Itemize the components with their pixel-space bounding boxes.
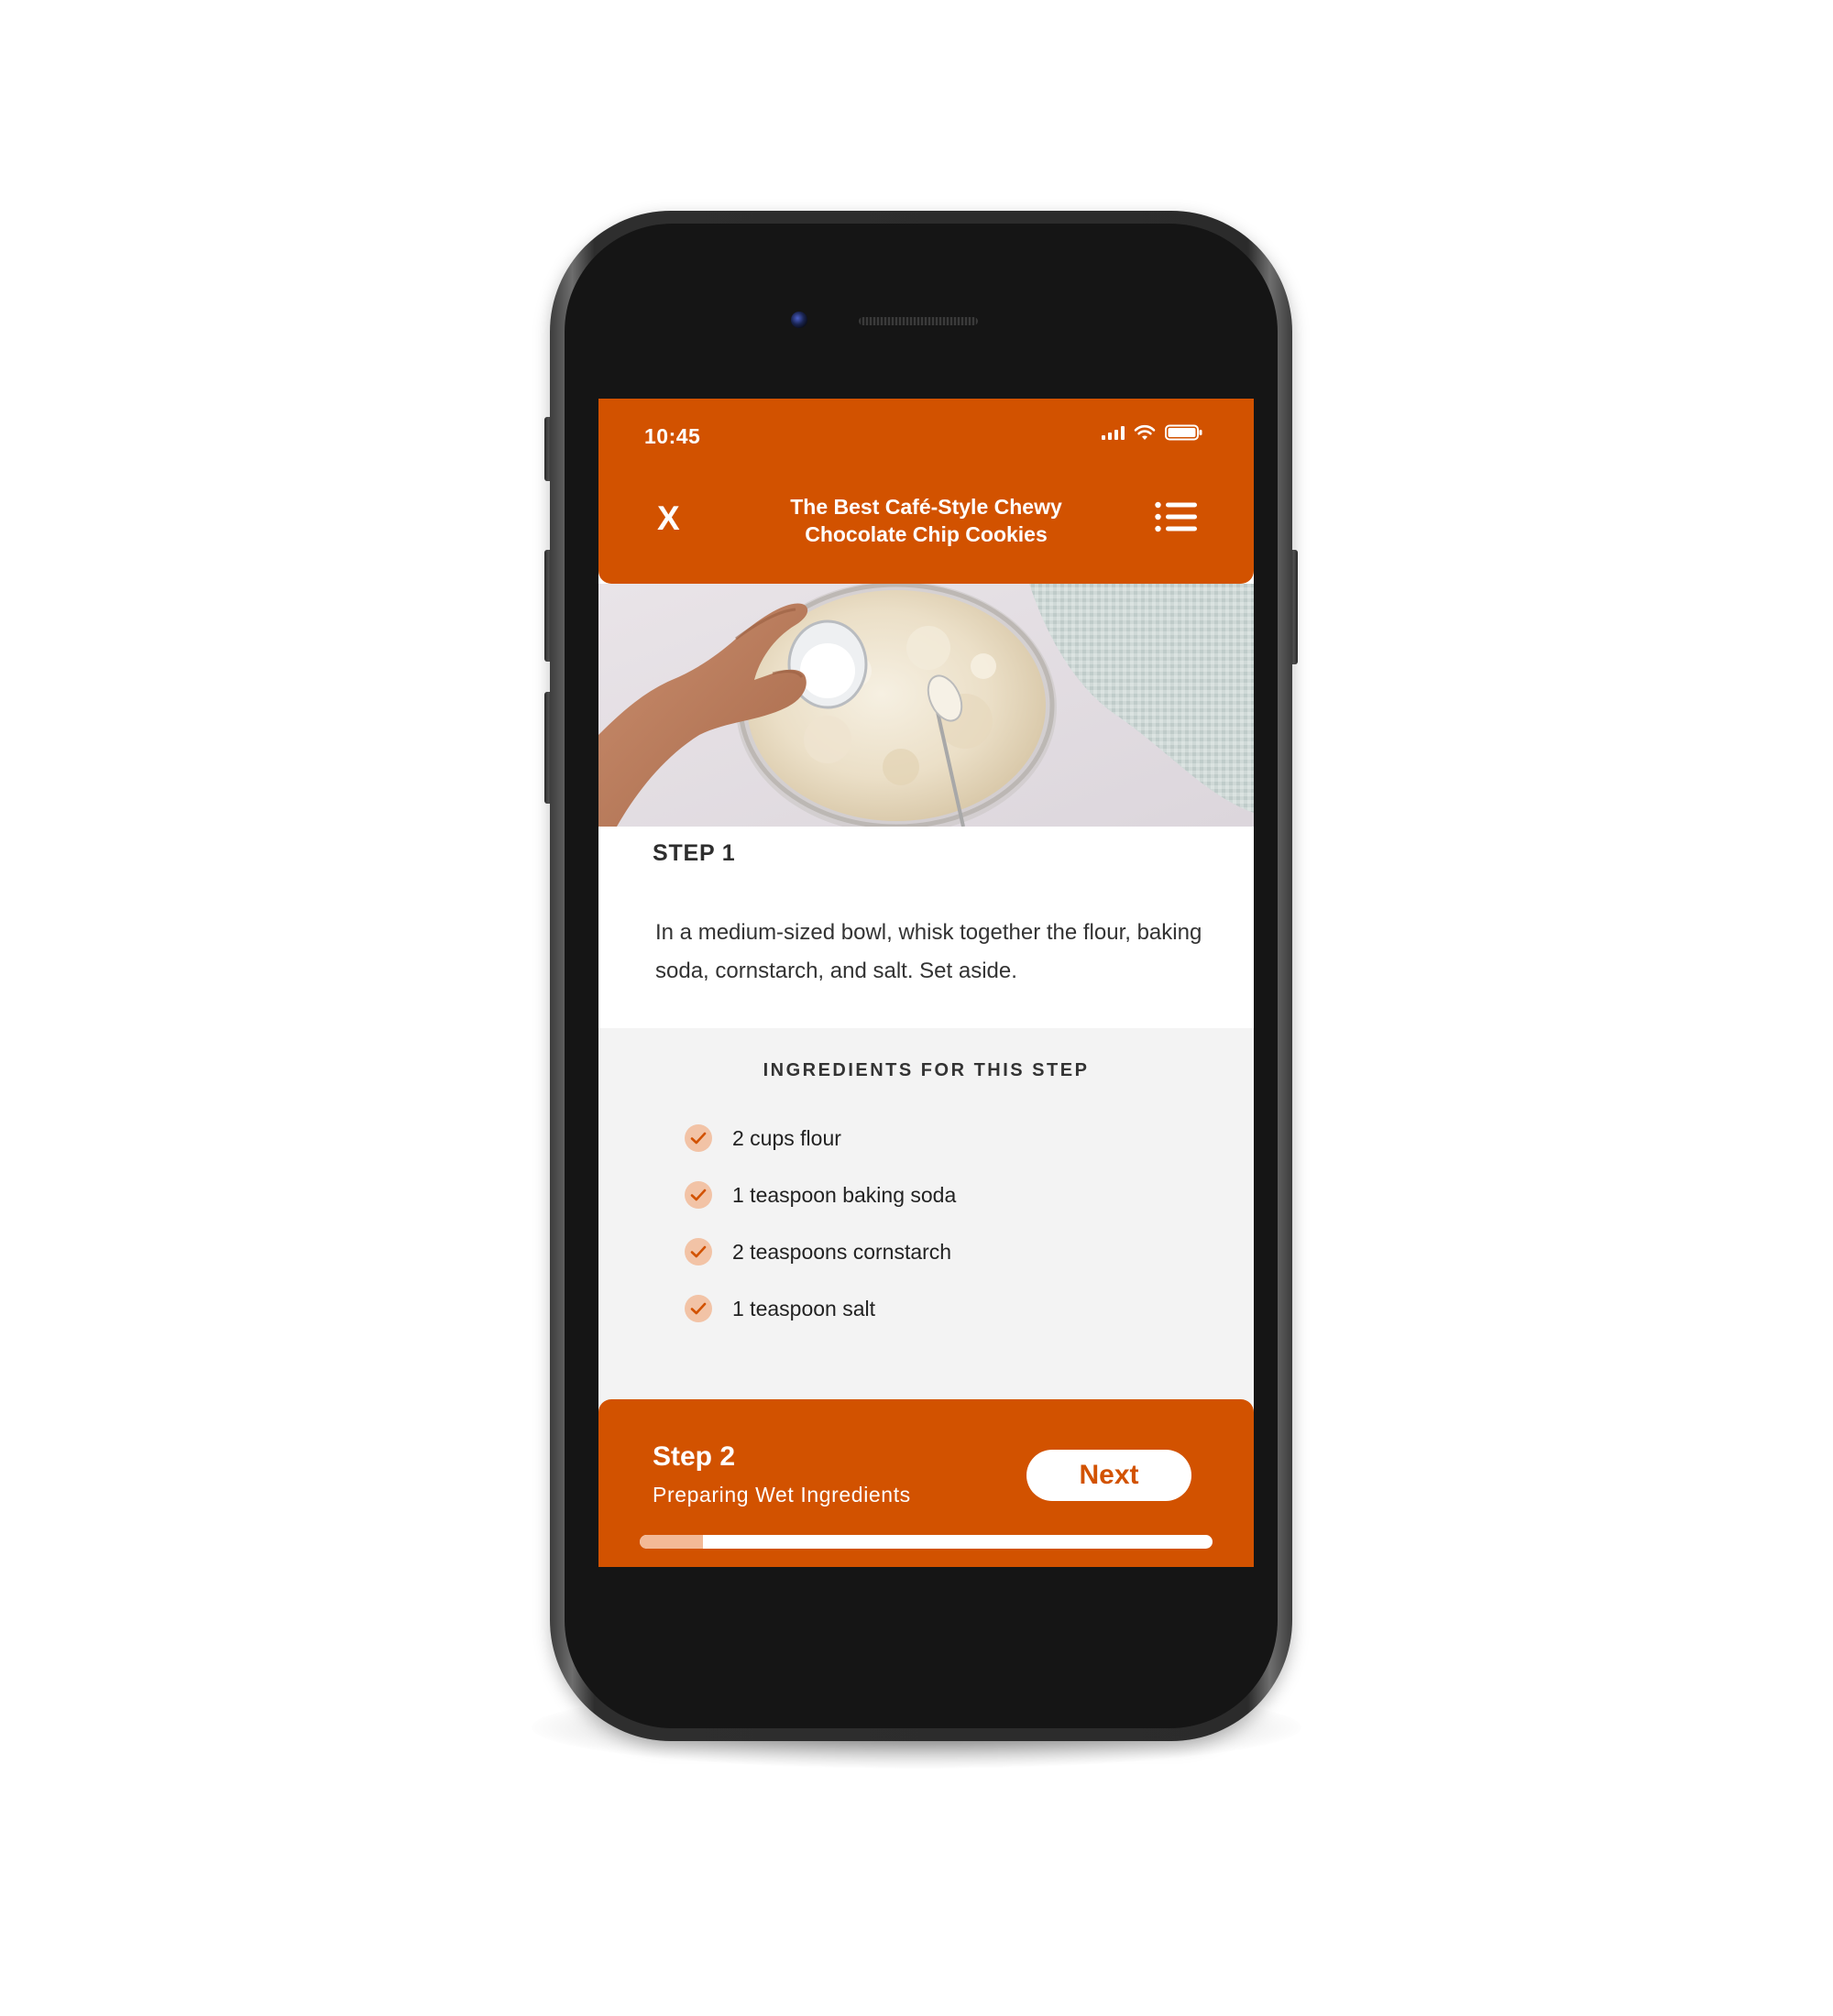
status-time: 10:45 xyxy=(644,424,701,448)
checkmark-icon[interactable] xyxy=(685,1124,712,1152)
ingredient-text: 1 teaspoon salt xyxy=(732,1296,876,1320)
checkmark-icon[interactable] xyxy=(685,1181,712,1209)
battery-icon xyxy=(1165,424,1202,441)
ingredient-list: 2 cups flour 1 teaspoon baking soda 2 te… xyxy=(685,1110,956,1337)
step-instruction: In a medium-sized bowl, whisk together t… xyxy=(655,920,1202,983)
list-icon xyxy=(1155,501,1197,532)
progress-fill xyxy=(640,1535,703,1549)
earpiece-speaker xyxy=(859,317,978,325)
wifi-icon xyxy=(1134,424,1156,440)
ingredient-item[interactable]: 2 teaspoons cornstarch xyxy=(685,1223,956,1280)
next-step-title: Step 2 xyxy=(653,1441,736,1472)
cellular-signal-icon xyxy=(1102,425,1125,440)
next-step-subtitle: Preparing Wet Ingredients xyxy=(653,1483,911,1507)
app-header: 10:45 X The Best Café-Style Chewy Chocol… xyxy=(598,399,1254,584)
progress-bar xyxy=(640,1535,1213,1549)
ingredients-heading: INGREDIENTS FOR THIS STEP xyxy=(763,1060,1090,1080)
ingredient-text: 1 teaspoon baking soda xyxy=(732,1182,957,1207)
ingredient-item[interactable]: 2 cups flour xyxy=(685,1110,956,1167)
checkmark-icon[interactable] xyxy=(685,1295,712,1322)
step-photo xyxy=(598,584,1254,827)
recipe-title: The Best Café-Style Chewy Chocolate Chip… xyxy=(790,495,1062,546)
step-label: STEP 1 xyxy=(653,840,736,866)
ingredient-text: 2 cups flour xyxy=(732,1125,841,1150)
flour-bowl-image xyxy=(598,584,1254,827)
menu-button[interactable] xyxy=(1155,501,1197,532)
status-icons xyxy=(1102,424,1203,441)
app-screen: 10:45 X The Best Café-Style Chewy Chocol… xyxy=(598,399,1254,1567)
checkmark-icon[interactable] xyxy=(685,1238,712,1265)
close-button[interactable]: X xyxy=(657,501,680,535)
ingredient-text: 2 teaspoons cornstarch xyxy=(732,1239,952,1264)
ingredient-item[interactable]: 1 teaspoon baking soda xyxy=(685,1167,956,1223)
ingredient-item[interactable]: 1 teaspoon salt xyxy=(685,1280,956,1337)
front-camera xyxy=(791,312,807,328)
next-button[interactable]: Next xyxy=(1026,1450,1191,1501)
